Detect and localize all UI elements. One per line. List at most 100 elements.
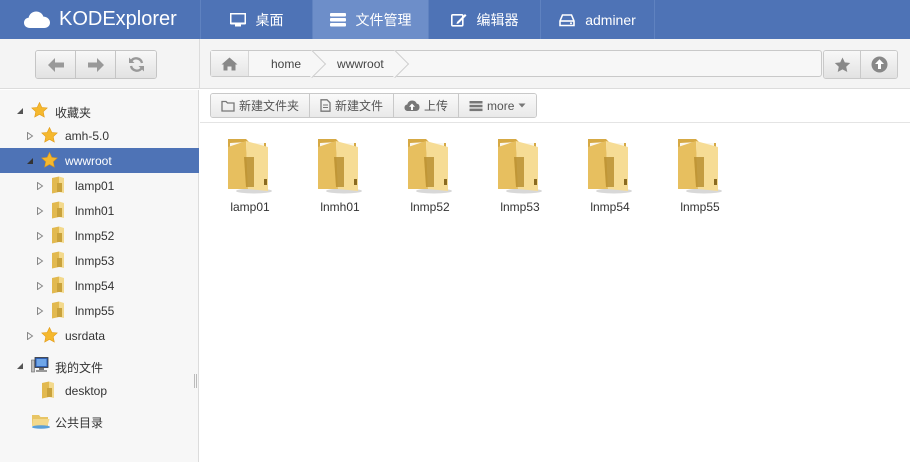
brand[interactable]: KODExplorer <box>0 0 200 39</box>
tree-label: 我的文件 <box>55 361 104 375</box>
button-label: 上传 <box>424 99 449 113</box>
file-item-lnmp54[interactable]: lnmp54 <box>573 135 647 214</box>
home-icon <box>221 57 238 70</box>
tree-node-lnmp55[interactable]: lnmp55 <box>0 298 199 323</box>
folder-icon <box>52 176 64 194</box>
button-label: 新建文件夹 <box>239 99 300 113</box>
tree-node-lamp01[interactable]: lamp01 <box>0 173 199 198</box>
cloud-icon <box>24 11 50 28</box>
tree-node-usrdata[interactable]: usrdata <box>0 323 199 348</box>
tree-node-desktop[interactable]: desktop <box>0 378 199 403</box>
back-button[interactable] <box>36 51 76 78</box>
folder-icon <box>52 276 64 294</box>
tree-node-lnmp54[interactable]: lnmp54 <box>0 273 199 298</box>
caret-right-icon[interactable] <box>36 232 44 240</box>
drive-icon <box>559 13 576 26</box>
button-label: more <box>487 98 515 113</box>
tree-node-public[interactable]: 公共目录 <box>0 408 199 433</box>
file-item-lnmh01[interactable]: lnmh01 <box>303 135 377 214</box>
tab-label: adminer <box>585 11 636 28</box>
forward-button[interactable] <box>76 51 116 78</box>
tree-node-lnmp53[interactable]: lnmp53 <box>0 248 199 273</box>
folder-icon <box>52 301 64 319</box>
caret-right-icon[interactable] <box>36 182 44 190</box>
caret-right-icon[interactable] <box>36 257 44 265</box>
tree-label: wwwroot <box>65 154 112 168</box>
file-panel: 新建文件夹 新建文件 上传 more lamp01 lnmh01 lnmp52 … <box>200 90 910 462</box>
address-toolbar: home wwwroot <box>0 39 910 89</box>
up-level-button[interactable] <box>861 51 897 78</box>
caret-right-icon[interactable] <box>36 307 44 315</box>
file-toolbar: 新建文件夹 新建文件 上传 more <box>210 93 538 118</box>
tree-label: 公共目录 <box>55 416 104 430</box>
caret-down-icon[interactable] <box>16 362 24 370</box>
button-label: 新建文件 <box>335 99 384 113</box>
refresh-button[interactable] <box>116 51 156 78</box>
tab-file-manager[interactable]: 文件管理 <box>312 0 428 39</box>
tree-node-favorites[interactable]: 收藏夹 <box>0 98 199 123</box>
tree-label: lnmp54 <box>75 279 115 293</box>
file-item-lnmp53[interactable]: lnmp53 <box>483 135 557 214</box>
upload-button[interactable]: 上传 <box>394 94 460 117</box>
toolbar-divider <box>199 39 200 89</box>
tree-node-lnmh01[interactable]: lnmh01 <box>0 198 199 223</box>
tree-node-amh[interactable]: amh-5.0 <box>0 123 199 148</box>
tree-node-lnmp52[interactable]: lnmp52 <box>0 223 199 248</box>
sidebar-tree: 收藏夹 amh-5.0 wwwroot lamp01 lnmh01 lnmp52… <box>0 90 199 462</box>
tree-label: usrdata <box>65 329 106 343</box>
file-item-lnmp52[interactable]: lnmp52 <box>393 135 467 214</box>
server-icon <box>329 12 346 26</box>
tree-label: lnmp52 <box>75 229 115 243</box>
file-name: lnmp53 <box>500 200 540 214</box>
file-item-lamp01[interactable]: lamp01 <box>213 135 287 214</box>
caret-right-icon[interactable] <box>26 132 34 140</box>
edit-icon <box>450 13 466 27</box>
folder-icon <box>42 381 54 399</box>
file-name: lnmp55 <box>680 200 720 214</box>
tab-label: 文件管理 <box>355 11 412 28</box>
folder-icon <box>52 226 64 244</box>
tree-label: lnmh01 <box>75 204 115 218</box>
breadcrumb-item-home[interactable]: home <box>249 51 315 76</box>
caret-down-icon[interactable] <box>16 107 24 115</box>
new-file-button[interactable]: 新建文件 <box>310 94 395 117</box>
tree-label: lnmp53 <box>75 254 115 268</box>
tab-label: 桌面 <box>255 11 284 28</box>
file-name: lamp01 <box>230 200 270 214</box>
tab-editor[interactable]: 编辑器 <box>428 0 540 39</box>
breadcrumb: home wwwroot <box>210 50 822 77</box>
history-buttons <box>35 50 157 79</box>
new-folder-button[interactable]: 新建文件夹 <box>211 94 311 117</box>
tab-adminer[interactable]: adminer <box>540 0 655 39</box>
arrow-up-circle-icon <box>871 56 887 73</box>
star-icon <box>41 127 58 143</box>
caret-down-icon[interactable] <box>26 157 34 165</box>
sidebar-resize-handle[interactable] <box>194 374 197 388</box>
shared-folder-icon <box>32 415 50 429</box>
caret-down-icon <box>518 103 526 108</box>
favorite-button[interactable] <box>824 51 861 78</box>
caret-right-icon[interactable] <box>36 207 44 215</box>
computer-icon <box>31 357 49 373</box>
tree-node-my-files[interactable]: 我的文件 <box>0 353 199 378</box>
more-button[interactable]: more <box>459 94 537 117</box>
file-item-lnmp55[interactable]: lnmp55 <box>663 135 737 214</box>
tree-label: 收藏夹 <box>55 106 92 120</box>
caret-right-icon[interactable] <box>26 332 34 340</box>
star-icon <box>834 57 850 72</box>
folder-icon <box>588 139 632 194</box>
tree-node-wwwroot[interactable]: wwwroot <box>0 148 199 173</box>
tree-label: lamp01 <box>75 179 115 193</box>
address-actions <box>823 50 898 79</box>
file-name: lnmp54 <box>590 200 630 214</box>
home-button[interactable] <box>211 51 249 76</box>
tab-desktop[interactable]: 桌面 <box>200 0 312 39</box>
toolbar-divider <box>200 122 910 123</box>
folder-icon <box>52 251 64 269</box>
caret-right-icon[interactable] <box>36 282 44 290</box>
tree-label: amh-5.0 <box>65 129 110 143</box>
breadcrumb-label: wwwroot <box>337 56 384 71</box>
star-icon <box>41 152 58 168</box>
breadcrumb-item-wwwroot[interactable]: wwwroot <box>315 51 398 76</box>
refresh-icon <box>128 57 144 72</box>
